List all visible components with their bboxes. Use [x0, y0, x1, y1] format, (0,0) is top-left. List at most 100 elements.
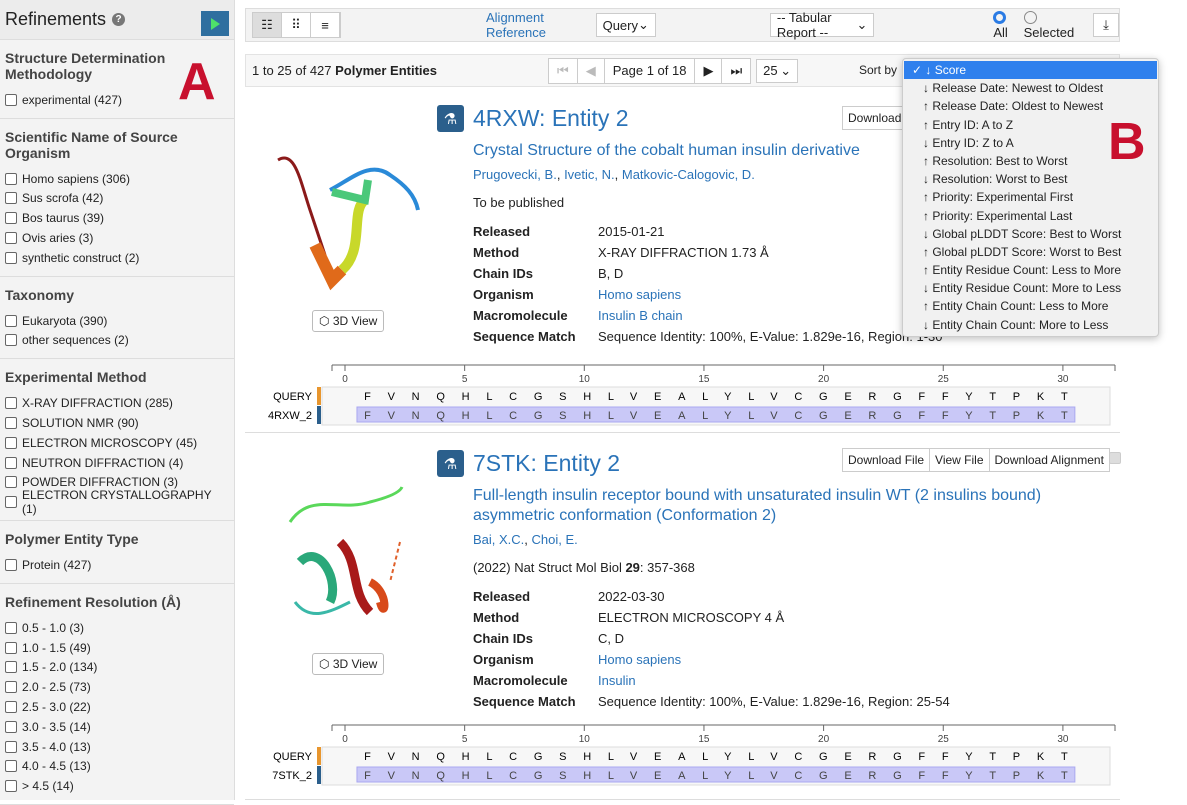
refinement-option[interactable]: NEUTRON DIFFRACTION (4) — [5, 453, 229, 473]
citation-line: To be published — [473, 195, 564, 210]
refinement-option[interactable]: Sus scrofa (42) — [5, 189, 229, 209]
detail-value-macromolecule[interactable]: Insulin — [598, 673, 636, 688]
3d-view-button[interactable]: ⬡ 3D View — [312, 653, 385, 675]
report-select[interactable]: -- Tabular Report -- ⌄ — [769, 10, 875, 40]
checkbox[interactable] — [5, 212, 17, 225]
view-mode-buttons: ☷ ⠿ ≡ — [252, 12, 341, 38]
download-icon[interactable]: ⤓ — [1092, 13, 1119, 37]
detail-value-macromolecule[interactable]: Insulin B chain — [598, 308, 683, 323]
refinement-option[interactable]: 1.5 - 2.0 (134) — [5, 658, 229, 678]
refinement-option[interactable]: 1.0 - 1.5 (49) — [5, 638, 229, 658]
refinement-option[interactable]: 2.5 - 3.0 (22) — [5, 697, 229, 717]
refinement-option[interactable]: 4.0 - 4.5 (13) — [5, 757, 229, 777]
checkbox[interactable] — [5, 436, 17, 449]
sort-option[interactable]: ↑ Priority: Experimental First — [903, 188, 1158, 206]
checkbox[interactable] — [5, 740, 17, 753]
refinement-option[interactable]: ELECTRON MICROSCOPY (45) — [5, 433, 229, 453]
first-page-icon[interactable]: ⏮ — [549, 58, 578, 83]
download-alignment-button[interactable]: Download Alignment — [990, 449, 1109, 471]
alignment-reference-link[interactable]: Alignment Reference — [486, 10, 591, 40]
detail-value-organism[interactable]: Homo sapiens — [598, 287, 681, 302]
checkbox[interactable] — [5, 760, 17, 773]
refinement-option[interactable]: other sequences (2) — [5, 331, 229, 351]
last-page-icon[interactable]: ⏭ — [722, 59, 750, 83]
next-page-icon[interactable]: ▶ — [695, 58, 723, 83]
refinement-option[interactable]: synthetic construct (2) — [5, 248, 229, 268]
select-checkbox[interactable] — [1109, 452, 1121, 464]
refinement-option[interactable]: Bos taurus (39) — [5, 208, 229, 228]
author-link[interactable]: Bai, X.C. — [473, 532, 524, 547]
3d-view-button[interactable]: ⬡ 3D View — [312, 310, 385, 332]
refinement-option[interactable]: X-RAY DIFFRACTION (285) — [5, 393, 229, 413]
compact-list-view-icon[interactable]: ≡ — [311, 13, 340, 37]
checkbox[interactable] — [5, 476, 17, 489]
refinement-option[interactable]: Eukaryota (390) — [5, 311, 229, 331]
radio-all-button[interactable] — [993, 11, 1007, 24]
sort-option[interactable]: ✓ ↓ Score — [904, 61, 1157, 80]
refinement-option-label: ELECTRON MICROSCOPY (45) — [22, 435, 198, 450]
download-file-button[interactable]: Download File — [843, 449, 931, 471]
refinement-option[interactable]: > 4.5 (14) — [5, 776, 229, 796]
refinement-option[interactable]: ELECTRON CRYSTALLOGRAPHY (1) — [5, 488, 229, 516]
entity-title-link[interactable]: 7STK: Entity 2 — [473, 450, 620, 477]
sort-option[interactable]: ↑ Entity Chain Count: Less to More — [903, 297, 1158, 315]
checkbox[interactable] — [5, 93, 17, 106]
view-file-button[interactable]: View File — [930, 449, 990, 471]
grid-view-icon[interactable]: ⠿ — [282, 13, 311, 37]
sort-option[interactable]: ↑ Entity Residue Count: Less to More — [903, 261, 1158, 279]
author-link[interactable]: Matkovic-Calogovic, D. — [622, 167, 755, 182]
checkbox[interactable] — [5, 681, 17, 694]
download-button[interactable]: Download — [843, 107, 906, 129]
sort-option[interactable]: ↓ Global pLDDT Score: Best to Worst — [903, 225, 1158, 243]
refinement-option[interactable]: 3.0 - 3.5 (14) — [5, 717, 229, 737]
author-link[interactable]: Prugovecki, B. — [473, 167, 557, 182]
checkbox[interactable] — [5, 314, 17, 327]
sort-option[interactable]: ↑ Global pLDDT Score: Worst to Best — [903, 243, 1158, 261]
refinement-option[interactable]: Ovis aries (3) — [5, 228, 229, 248]
alignment-reference-select[interactable]: Query ⌄ — [595, 13, 656, 37]
refinement-option[interactable]: Protein (427) — [5, 555, 229, 575]
checkbox[interactable] — [5, 496, 17, 509]
prev-page-icon[interactable]: ◀ — [578, 58, 605, 83]
sort-option[interactable]: ↓ Entity Residue Count: More to Less — [903, 279, 1158, 297]
entity-title-link[interactable]: 4RXW: Entity 2 — [473, 105, 629, 132]
sort-option[interactable]: ↑ Priority: Experimental Last — [903, 207, 1158, 225]
checkbox[interactable] — [5, 251, 17, 264]
refinement-option[interactable]: 3.5 - 4.0 (13) — [5, 737, 229, 757]
refinement-option[interactable]: 2.0 - 2.5 (73) — [5, 677, 229, 697]
checkbox[interactable] — [5, 456, 17, 469]
radio-all[interactable]: All — [993, 10, 1019, 40]
detailed-list-view-icon[interactable]: ☷ — [253, 13, 282, 37]
checkbox[interactable] — [5, 334, 17, 347]
refinement-option[interactable]: SOLUTION NMR (90) — [5, 413, 229, 433]
checkbox[interactable] — [5, 661, 17, 674]
checkbox[interactable] — [5, 780, 17, 793]
checkbox[interactable] — [5, 621, 17, 634]
radio-selected-button[interactable] — [1023, 11, 1037, 24]
entry-description-link[interactable]: Full-length insulin receptor bound with … — [473, 486, 1113, 526]
question-circle-icon[interactable]: ? — [112, 13, 126, 26]
play-icon[interactable] — [201, 11, 229, 36]
query-label: QUERY — [273, 751, 313, 763]
refinement-option[interactable]: 0.5 - 1.0 (3) — [5, 618, 229, 638]
author-link[interactable]: Choi, E. — [532, 532, 578, 547]
refinement-option[interactable]: Homo sapiens (306) — [5, 169, 229, 189]
checkbox[interactable] — [5, 641, 17, 654]
axis-tick-label: 30 — [1057, 374, 1069, 385]
detail-value-organism[interactable]: Homo sapiens — [598, 652, 681, 667]
sort-option[interactable]: ↓ Entity Chain Count: More to Less — [903, 316, 1158, 334]
checkbox[interactable] — [5, 720, 17, 733]
per-page-select[interactable]: 25 ⌄ — [756, 58, 799, 83]
checkbox[interactable] — [5, 397, 17, 410]
checkbox[interactable] — [5, 701, 17, 714]
author-link[interactable]: Ivetic, N. — [564, 167, 615, 182]
checkbox[interactable] — [5, 172, 17, 185]
radio-selected[interactable]: Selected — [1023, 10, 1081, 40]
checkbox[interactable] — [5, 417, 17, 430]
checkbox[interactable] — [5, 232, 17, 245]
sort-option[interactable]: ↓ Resolution: Worst to Best — [903, 170, 1158, 188]
detail-label: Method — [473, 610, 520, 625]
checkbox[interactable] — [5, 192, 17, 205]
sort-option[interactable]: ↓ Release Date: Newest to Oldest — [903, 79, 1158, 97]
checkbox[interactable] — [5, 559, 17, 572]
